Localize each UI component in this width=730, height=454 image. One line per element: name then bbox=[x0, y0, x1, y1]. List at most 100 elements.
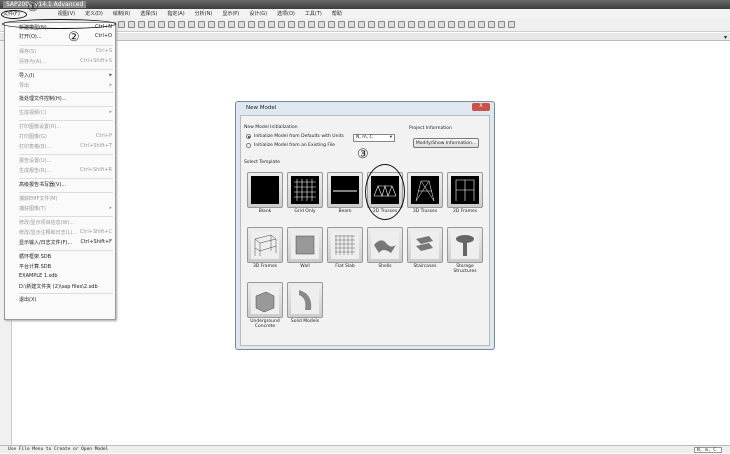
toolbar-button-icon[interactable] bbox=[448, 21, 455, 28]
template-button[interactable] bbox=[367, 227, 403, 263]
menu-5[interactable]: 指定(A) bbox=[167, 10, 184, 17]
template-button[interactable] bbox=[407, 172, 443, 208]
modify-show-information-button[interactable]: Modify/Show Information... bbox=[413, 138, 479, 148]
menu-4[interactable]: 选择(S) bbox=[140, 10, 157, 17]
menu-11[interactable]: 帮助 bbox=[332, 10, 342, 17]
toolbar-button-icon[interactable] bbox=[308, 21, 315, 28]
toolbar-button-icon[interactable] bbox=[268, 21, 275, 28]
file-menu-item[interactable]: 高级报告书写器(V)... bbox=[19, 181, 112, 189]
menu-8[interactable]: 设计(G) bbox=[249, 10, 267, 17]
toolbar-button-icon[interactable] bbox=[208, 21, 215, 28]
toolbar-button-icon[interactable] bbox=[238, 21, 245, 28]
toolbar-button-icon[interactable] bbox=[228, 21, 235, 28]
file-menu-item[interactable]: 保存(S) Ctrl+S bbox=[19, 48, 112, 56]
file-menu-item[interactable]: EXAMPLE 1.sdb bbox=[19, 273, 112, 281]
toolbar-button-icon[interactable] bbox=[368, 21, 375, 28]
template-3d-frames[interactable]: 3D Frames bbox=[247, 227, 283, 271]
menu-7[interactable]: 显示(P) bbox=[222, 10, 239, 17]
toolbar-button-icon[interactable] bbox=[418, 21, 425, 28]
menu-1[interactable]: 视图(V) bbox=[58, 10, 75, 17]
toolbar-button-icon[interactable] bbox=[408, 21, 415, 28]
file-menu-item[interactable]: 循环框架.SDB bbox=[19, 253, 112, 261]
toolbar-button-icon[interactable] bbox=[218, 21, 225, 28]
file-menu-item[interactable]: 另存为(A)... Ctrl+Shift+S bbox=[19, 58, 112, 66]
template-solid-models[interactable]: Solid Models bbox=[287, 282, 323, 326]
toolbar-button-icon[interactable] bbox=[118, 21, 125, 28]
template-storage-structures[interactable]: Storage Structures bbox=[447, 227, 483, 274]
chevron-down-icon[interactable]: ▾ bbox=[724, 34, 727, 41]
template-button[interactable] bbox=[287, 172, 323, 208]
toolbar-button-icon[interactable] bbox=[278, 21, 285, 28]
template-underground-concrete[interactable]: Underground Concrete bbox=[247, 282, 283, 329]
toolbar-button-icon[interactable] bbox=[148, 21, 155, 28]
toolbar-button-icon[interactable] bbox=[378, 21, 385, 28]
template-button[interactable] bbox=[407, 227, 443, 263]
template-button[interactable] bbox=[327, 172, 363, 208]
toolbar-button-icon[interactable] bbox=[508, 21, 515, 28]
template-beam[interactable]: Beam bbox=[327, 172, 363, 216]
toolbar-button-icon[interactable] bbox=[458, 21, 465, 28]
toolbar-button-icon[interactable] bbox=[288, 21, 295, 28]
file-menu-item[interactable]: 打印表格(B)... Ctrl+Shift+T bbox=[19, 143, 112, 151]
close-button[interactable]: X bbox=[472, 103, 490, 111]
file-menu-item[interactable]: 导出 ▸ bbox=[19, 82, 112, 90]
template-button[interactable] bbox=[287, 282, 323, 318]
template-button[interactable] bbox=[327, 227, 363, 263]
template-button[interactable] bbox=[247, 227, 283, 263]
file-menu-item[interactable]: 打印图像(G) Ctrl+P bbox=[19, 133, 112, 141]
template-blank[interactable]: Blank bbox=[247, 172, 283, 216]
toolbar-button-icon[interactable] bbox=[478, 21, 485, 28]
file-menu-item[interactable]: 批处理文件控制(H)... bbox=[19, 95, 112, 103]
toolbar-button-icon[interactable] bbox=[398, 21, 405, 28]
toolbar-button-icon[interactable] bbox=[128, 21, 135, 28]
menu-2[interactable]: 定义(D) bbox=[85, 10, 103, 17]
toolbar-button-icon[interactable] bbox=[138, 21, 145, 28]
menu-3[interactable]: 绘制(R) bbox=[113, 10, 130, 17]
template-button[interactable] bbox=[247, 282, 283, 318]
template-staircases[interactable]: Staircases bbox=[407, 227, 443, 271]
template-3d-trusses[interactable]: 3D Trusses bbox=[407, 172, 443, 216]
file-menu-item[interactable]: 打印图像设置(R)... bbox=[19, 123, 112, 131]
file-menu-item[interactable]: 退出(X) bbox=[19, 296, 112, 304]
toolbar-button-icon[interactable] bbox=[318, 21, 325, 28]
units-dropdown[interactable]: N, m, C bbox=[694, 447, 722, 453]
units-select[interactable]: N, m, C ▾ bbox=[353, 134, 395, 142]
menu-9[interactable]: 选项(O) bbox=[277, 10, 295, 17]
toolbar-button-icon[interactable] bbox=[388, 21, 395, 28]
file-menu-item[interactable]: 修改/显示项目信息(W)... bbox=[19, 219, 112, 227]
template-button[interactable] bbox=[447, 227, 483, 263]
toolbar-button-icon[interactable] bbox=[258, 21, 265, 28]
toolbar-button-icon[interactable] bbox=[428, 21, 435, 28]
toolbar-button-icon[interactable] bbox=[188, 21, 195, 28]
file-menu-item[interactable]: 捕获EMF文件(M) bbox=[19, 195, 112, 203]
toolbar-button-icon[interactable] bbox=[338, 21, 345, 28]
menu-10[interactable]: 工具(T) bbox=[305, 10, 322, 17]
file-menu-item[interactable]: 平台计算.SDB bbox=[19, 263, 112, 271]
toolbar-button-icon[interactable] bbox=[468, 21, 475, 28]
radio-file[interactable] bbox=[246, 143, 251, 148]
template-grid-only[interactable]: Grid Only bbox=[287, 172, 323, 216]
radio-defaults[interactable] bbox=[246, 134, 251, 139]
template-shells[interactable]: Shells bbox=[367, 227, 403, 271]
toolbar-button-icon[interactable] bbox=[328, 21, 335, 28]
toolbar-button-icon[interactable] bbox=[348, 21, 355, 28]
toolbar-button-icon[interactable] bbox=[488, 21, 495, 28]
file-menu-item[interactable]: 捕获图像(T) ▸ bbox=[19, 205, 112, 213]
file-menu-item[interactable]: 打开(O)... Ctrl+O bbox=[19, 33, 112, 41]
file-menu-item[interactable]: 导入(I) ▸ bbox=[19, 72, 112, 80]
template-wall[interactable]: Wall bbox=[287, 227, 323, 271]
template-button[interactable] bbox=[247, 172, 283, 208]
toolbar-button-icon[interactable] bbox=[438, 21, 445, 28]
file-menu-item[interactable]: D:\新建文件夹 (2)\sap files\2.sdb bbox=[19, 283, 112, 291]
toolbar-button-icon[interactable] bbox=[298, 21, 305, 28]
toolbar-button-icon[interactable] bbox=[358, 21, 365, 28]
template-2d-frames[interactable]: 2D Frames bbox=[447, 172, 483, 216]
toolbar-button-icon[interactable] bbox=[178, 21, 185, 28]
file-menu-item[interactable]: 生成报告(R)... Ctrl+Shift+R bbox=[19, 167, 112, 175]
toolbar-button-icon[interactable] bbox=[168, 21, 175, 28]
template-button[interactable] bbox=[447, 172, 483, 208]
template-button[interactable] bbox=[287, 227, 323, 263]
toolbar-button-icon[interactable] bbox=[158, 21, 165, 28]
toolbar-button-icon[interactable] bbox=[198, 21, 205, 28]
file-menu-item[interactable]: 显示输入/日志文件(F)... Ctrl+Shift+F bbox=[19, 239, 112, 247]
